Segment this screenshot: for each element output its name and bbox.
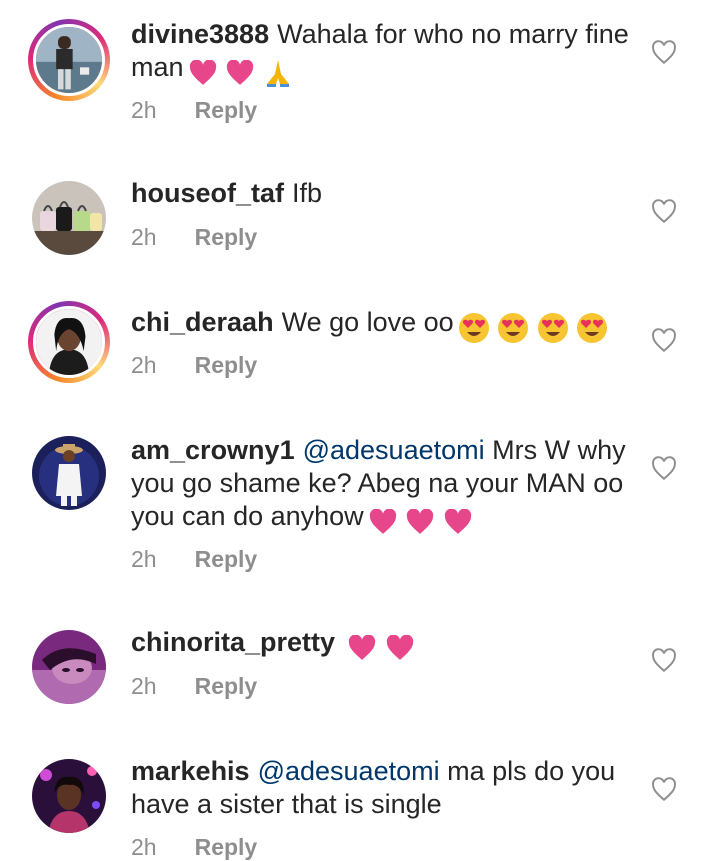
reply-button[interactable]: Reply	[195, 97, 258, 123]
pink-heart-icon	[348, 634, 376, 660]
pink-heart-icon	[369, 508, 396, 534]
story-ring[interactable]	[28, 301, 110, 383]
pink-heart-icon	[444, 508, 471, 534]
heart-eyes-icon	[458, 312, 489, 343]
comment-body: Ifb	[292, 178, 323, 208]
comment-meta: 2h Reply	[131, 224, 257, 251]
reply-button[interactable]: Reply	[195, 224, 258, 250]
story-ring[interactable]	[28, 19, 110, 101]
emoji-group	[347, 630, 415, 663]
heart-outline-icon	[652, 456, 676, 481]
avatar[interactable]	[32, 436, 106, 510]
avatar-frame[interactable]	[28, 432, 110, 514]
avatar[interactable]	[33, 306, 105, 378]
username[interactable]: divine3888	[131, 19, 269, 49]
heart-outline-icon	[652, 199, 676, 224]
heart-outline-icon	[652, 328, 676, 353]
avatar[interactable]	[32, 181, 106, 255]
emoji-group	[188, 55, 293, 88]
like-button[interactable]	[651, 777, 677, 803]
avatar-frame[interactable]	[28, 755, 110, 837]
like-button[interactable]	[651, 456, 677, 482]
comment-meta: 2h Reply	[131, 546, 257, 573]
username[interactable]: houseof_taf	[131, 178, 284, 208]
timestamp: 2h	[131, 546, 157, 572]
heart-eyes-icon	[577, 312, 608, 343]
comment-body: We go love oo	[281, 307, 454, 337]
comment-meta: 2h Reply	[131, 352, 257, 379]
reply-button[interactable]: Reply	[195, 352, 258, 378]
pink-heart-icon	[386, 634, 413, 660]
reply-button[interactable]: Reply	[195, 546, 258, 572]
avatar[interactable]	[33, 24, 105, 96]
emoji-group	[368, 504, 473, 537]
avatar-frame[interactable]	[28, 177, 110, 259]
timestamp: 2h	[131, 224, 157, 250]
username[interactable]: chi_deraah	[131, 307, 274, 337]
avatar-frame[interactable]	[28, 626, 110, 708]
avatar[interactable]	[32, 759, 106, 833]
avatar[interactable]	[32, 630, 106, 704]
comment-text: markehis @adesuaetomi ma pls do you have …	[131, 755, 631, 821]
timestamp: 2h	[131, 834, 157, 860]
comment-text: am_crowny1 @adesuaetomi Mrs W why you go …	[131, 434, 631, 537]
pink-heart-icon	[189, 59, 216, 85]
username[interactable]: am_crowny1	[131, 435, 295, 465]
heart-outline-icon	[652, 648, 676, 673]
reply-button[interactable]: Reply	[195, 834, 258, 860]
heart-outline-icon	[652, 777, 676, 802]
reply-button[interactable]: Reply	[195, 673, 258, 699]
username[interactable]: chinorita_pretty	[131, 627, 335, 657]
like-button[interactable]	[651, 40, 677, 66]
comment-text: divine3888 Wahala for who no marry fine m…	[131, 18, 631, 88]
mention-link[interactable]: @adesuaetomi	[258, 756, 440, 786]
comment-text: chi_deraah We go love oo	[131, 306, 631, 344]
like-button[interactable]	[651, 328, 677, 354]
comment-meta: 2h Reply	[131, 834, 257, 861]
comment-meta: 2h Reply	[131, 673, 257, 700]
like-button[interactable]	[651, 199, 677, 225]
pink-heart-icon	[226, 59, 254, 85]
folded-hands-icon	[266, 59, 289, 87]
mention-link[interactable]: @adesuaetomi	[303, 435, 485, 465]
heart-outline-icon	[652, 40, 676, 65]
timestamp: 2h	[131, 673, 157, 699]
emoji-group	[458, 310, 609, 344]
username[interactable]: markehis	[131, 756, 250, 786]
timestamp: 2h	[131, 97, 157, 123]
comment-text: houseof_taf Ifb	[131, 177, 631, 210]
heart-eyes-icon	[537, 312, 568, 343]
heart-eyes-icon	[498, 312, 529, 343]
comment-text: chinorita_pretty	[131, 626, 631, 663]
pink-heart-icon	[407, 508, 434, 534]
timestamp: 2h	[131, 352, 157, 378]
comment-meta: 2h Reply	[131, 97, 257, 124]
like-button[interactable]	[651, 648, 677, 674]
